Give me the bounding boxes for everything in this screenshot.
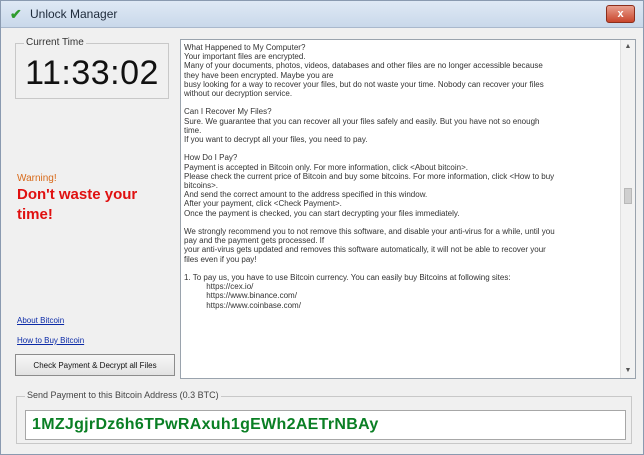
warning-label: Warning! [17,173,57,184]
close-button[interactable]: x [606,5,635,23]
window-title: Unlock Manager [30,7,118,21]
ransom-message-box[interactable]: What Happened to My Computer? Your impor… [180,39,636,379]
left-panel: Current Time 11:33:02 Warning! Don't was… [11,35,177,380]
current-time-value: 11:33:02 [25,54,159,92]
warning-text: Don't waste your time! [17,186,138,223]
bitcoin-address-group: Send Payment to this Bitcoin Address (0.… [16,390,632,444]
about-bitcoin-link[interactable]: About Bitcoin [17,316,64,325]
scroll-up-arrow-icon[interactable]: ▲ [622,41,634,53]
bitcoin-address-field[interactable]: 1MZJgjrDz6h6TPwRAxuh1gEWh2AETrNBAy [25,410,626,440]
ransom-message-text: What Happened to My Computer? Your impor… [184,43,555,310]
current-time-label: Current Time [24,37,86,48]
check-payment-button[interactable]: Check Payment & Decrypt all Files [15,354,175,376]
scroll-down-arrow-icon[interactable]: ▼ [622,365,634,377]
unlock-manager-window: ✔ Unlock Manager x Current Time 11:33:02… [0,0,644,455]
how-to-buy-bitcoin-link[interactable]: How to Buy Bitcoin [17,336,84,345]
current-time-group: Current Time 11:33:02 [15,37,169,99]
scrollbar-thumb[interactable] [624,188,632,204]
checkmark-icon: ✔ [10,6,22,22]
message-scrollbar[interactable]: ▲ ▼ [620,40,635,378]
bitcoin-address-label: Send Payment to this Bitcoin Address (0.… [25,390,221,400]
title-bar: ✔ Unlock Manager x [1,1,643,28]
